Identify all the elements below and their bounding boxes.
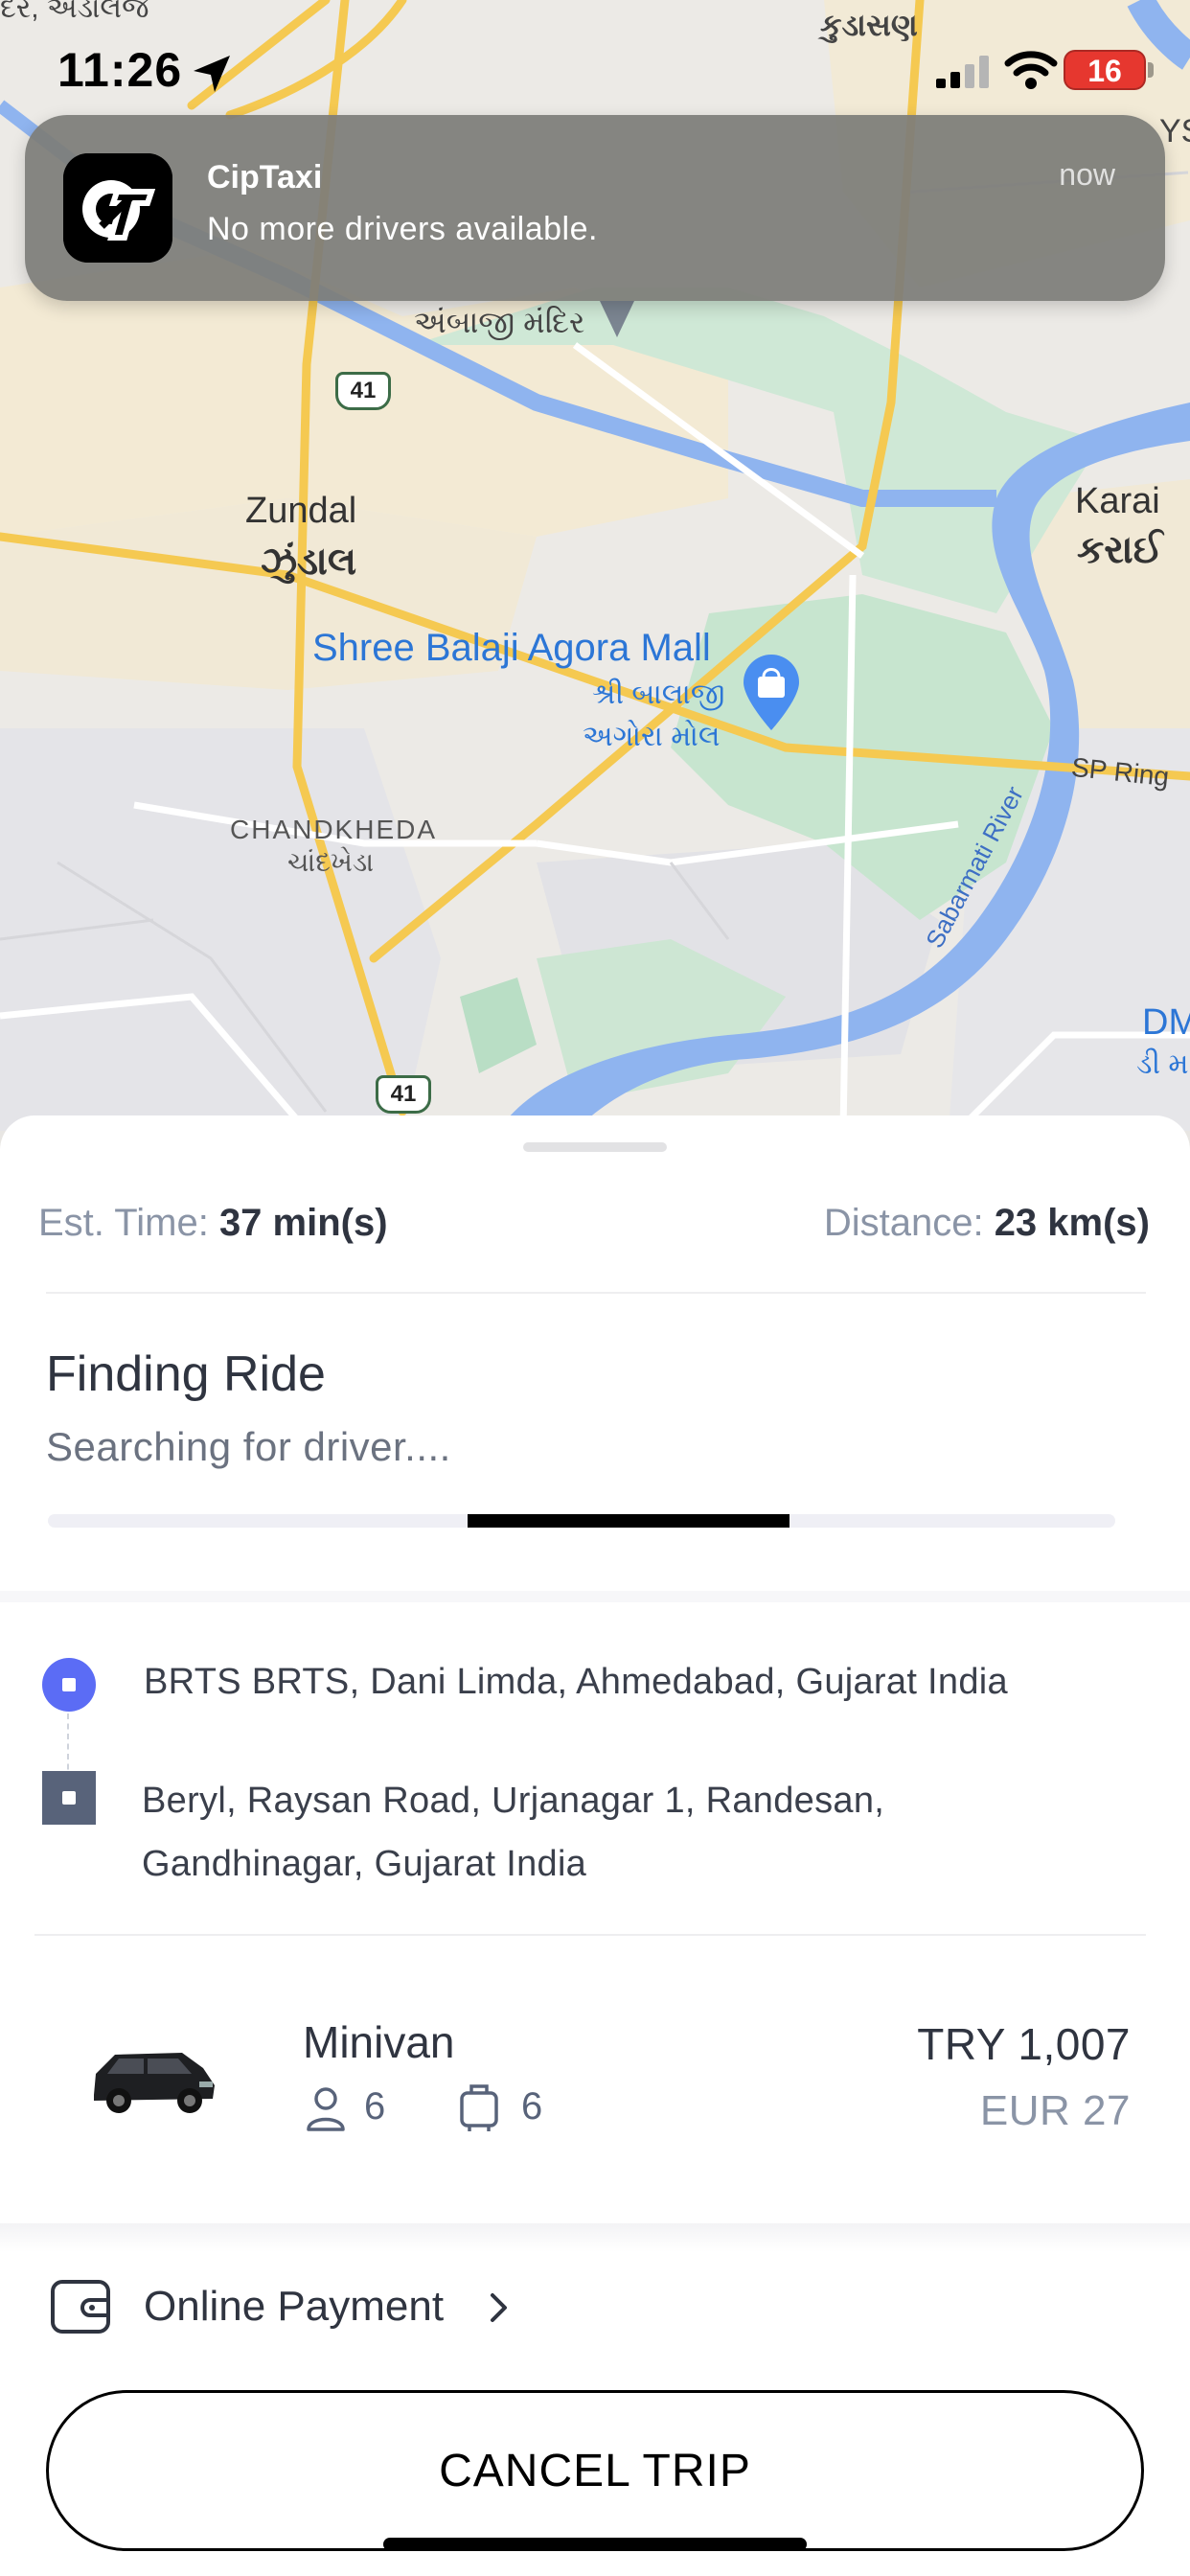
distance: Distance: 23 km(s) xyxy=(824,1202,1150,1245)
ride-status-subtitle: Searching for driver.... xyxy=(46,1424,451,1469)
vehicle-name: Minivan xyxy=(303,2017,455,2067)
sheet-grabber[interactable] xyxy=(523,1142,667,1152)
battery-icon: 16 xyxy=(1064,50,1146,90)
distance-label: Distance: xyxy=(823,1202,984,1244)
divider xyxy=(34,1934,1146,1936)
map-label: Zundal xyxy=(245,491,357,531)
notification-app-name: CipTaxi xyxy=(207,159,323,196)
payment-method-button[interactable]: Online Payment xyxy=(144,2283,444,2331)
map-label: Karai xyxy=(1075,481,1160,521)
cancel-trip-label: CANCEL TRIP xyxy=(439,2446,751,2496)
status-time: 11:26 xyxy=(57,43,183,97)
search-progress-bar xyxy=(48,1514,1115,1528)
cancel-trip-button[interactable]: CANCEL TRIP xyxy=(46,2390,1144,2551)
footer-separator xyxy=(0,2223,1190,2252)
map-label: અગોરા મોલ xyxy=(583,721,721,752)
map-label: DM xyxy=(1142,1002,1190,1043)
section-separator xyxy=(0,1591,1190,1602)
passenger-icon xyxy=(307,2087,345,2131)
divider xyxy=(46,1292,1146,1294)
chevron-right-icon[interactable] xyxy=(487,2290,512,2325)
map-label: ઝુંડાલ xyxy=(261,540,357,583)
map-label: દર, અડાલજ xyxy=(0,0,149,24)
map-label: ડી મ xyxy=(1136,1048,1189,1080)
luggage-capacity: 6 xyxy=(521,2085,543,2128)
map-label: કુડાસણ xyxy=(820,8,918,42)
est-time-value: 37 min(s) xyxy=(218,1202,388,1244)
map-label: શ્રી બાલાજી xyxy=(592,678,725,710)
distance-value: 23 km(s) xyxy=(994,1202,1150,1244)
highway-shield: 41 xyxy=(335,372,391,410)
fare-secondary: EUR 27 xyxy=(979,2087,1131,2134)
dropoff-marker-icon xyxy=(42,1771,96,1825)
dropoff-address[interactable]: Beryl, Raysan Road, Urjanagar 1, Randesa… xyxy=(142,1769,1100,1896)
est-time-label: Est. Time: xyxy=(38,1202,209,1244)
map-label: અંબાજી મંદિર xyxy=(414,305,585,339)
notification-message: No more drivers available. xyxy=(207,211,598,247)
map-label: YS xyxy=(1159,113,1190,150)
map-label: કરાઈ xyxy=(1077,529,1163,571)
battery-cap xyxy=(1148,62,1154,78)
search-progress-indicator xyxy=(468,1514,790,1528)
shopping-bag-pin-icon[interactable] xyxy=(740,652,803,732)
passenger-capacity: 6 xyxy=(364,2085,386,2128)
luggage-icon xyxy=(460,2084,498,2131)
pickup-marker-icon xyxy=(42,1658,96,1712)
wifi-icon xyxy=(1004,51,1058,89)
pickup-address[interactable]: BRTS BRTS, Dani Limda, Ahmedabad, Gujara… xyxy=(144,1662,1008,1703)
cellular-signal-icon xyxy=(936,56,989,88)
highway-shield: 41 xyxy=(376,1075,431,1114)
map-label: CHANDKHEDA xyxy=(230,815,438,844)
minivan-car-icon xyxy=(94,2053,215,2113)
battery-level: 16 xyxy=(1087,54,1122,88)
notification-time: now xyxy=(1059,157,1115,192)
map-label: Shree Balaji Agora Mall xyxy=(312,627,711,669)
push-notification[interactable]: CipTaxi No more drivers available. now xyxy=(25,115,1165,301)
ride-status-title: Finding Ride xyxy=(46,1346,326,1402)
fare-primary: TRY 1,007 xyxy=(917,2019,1131,2069)
home-indicator[interactable] xyxy=(383,2538,807,2551)
est-time: Est. Time: 37 min(s) xyxy=(38,1202,388,1245)
wallet-icon xyxy=(51,2280,110,2334)
ciptaxi-app-icon xyxy=(63,153,172,263)
map-label: ચાંદખેડા xyxy=(287,847,375,877)
trip-bottom-sheet: Est. Time: 37 min(s) Distance: 23 km(s) … xyxy=(0,1116,1190,2576)
location-arrow-icon xyxy=(194,56,230,92)
